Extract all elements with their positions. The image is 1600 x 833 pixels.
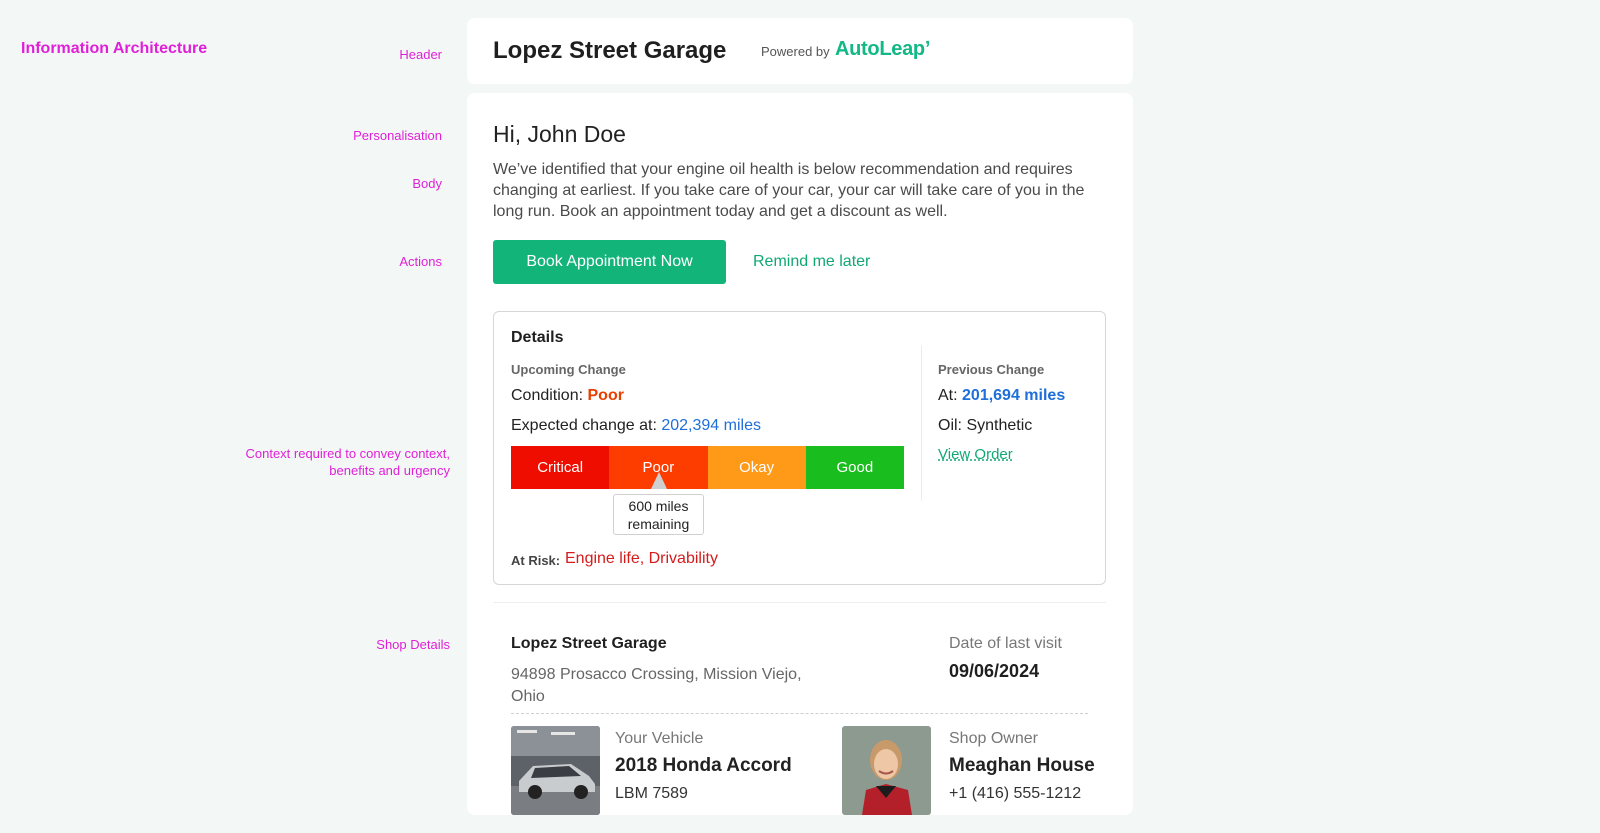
annotation-shop-details: Shop Details [376,637,450,652]
email-body-card: Hi, John Doe We’ve identified that your … [467,93,1133,815]
vehicle-photo [511,726,600,815]
powered-by-label: Powered by [761,44,830,59]
at-risk-label: At Risk: [511,553,561,568]
vehicle-label: Your Vehicle [615,730,704,747]
at-risk-value: Engine life, Drivability [565,550,718,567]
annotation-actions: Actions [399,254,442,269]
book-appointment-button[interactable]: Book Appointment Now [493,240,726,284]
remind-later-link[interactable]: Remind me later [753,253,870,271]
dashed-divider [511,713,1088,714]
annotation-context: Context required to convey context, bene… [245,445,450,479]
body-message: We’ve identified that your engine oil he… [493,161,1085,220]
oil-health-gauge: Critical Poor Okay Good [511,446,904,489]
oil-type: Oil: Synthetic [938,417,1033,434]
annotation-body: Body [412,176,442,191]
expected-change-line: Expected change at: 202,394 miles [511,417,761,435]
owner-avatar [842,726,931,815]
condition-label: Condition: [511,387,584,404]
previous-at-label: At: [938,387,958,404]
expected-change-label: Expected change at: [511,417,657,434]
annotation-personalisation: Personalisation [353,128,442,143]
annotation-context-line1: Context required to convey context, [245,446,450,461]
expected-change-value: 202,394 miles [661,417,761,434]
vehicle-plate: LBM 7589 [615,785,688,802]
tooltip-line2: remaining [627,516,690,532]
miles-remaining-tooltip: 600 miles remaining [613,494,704,535]
shop-details-name: Lopez Street Garage [511,635,667,652]
gauge-segment-okay: Okay [707,446,806,489]
autoleap-logo: AutoLeapʼ [835,38,931,60]
condition-value: Poor [587,387,624,404]
annotation-title: Information Architecture [21,40,208,57]
vehicle-name: 2018 Honda Accord [615,755,792,776]
last-visit-date: 09/06/2024 [949,661,1040,681]
previous-at-line: At: 201,694 miles [938,387,1065,405]
section-separator [493,602,1106,603]
greeting: Hi, John Doe [493,121,626,147]
gauge-pointer-icon [651,472,667,489]
gauge-segment-good: Good [805,446,904,489]
upcoming-change-heading: Upcoming Change [511,362,626,377]
owner-label: Shop Owner [949,730,1038,747]
shop-address: 94898 Prosacco Crossing, Mission Viejo, … [511,666,802,705]
last-visit-label: Date of last visit [949,635,1062,652]
view-order-link[interactable]: View Order [938,446,1013,463]
condition-line: Condition: Poor [511,387,624,405]
annotation-header: Header [399,47,442,62]
tooltip-line1: 600 miles [628,498,689,514]
gauge-segment-critical: Critical [511,446,610,489]
details-divider [921,346,922,501]
details-title: Details [511,329,564,346]
previous-at-value: 201,694 miles [962,387,1066,404]
shop-title: Lopez Street Garage [493,37,727,64]
previous-change-heading: Previous Change [938,362,1045,377]
details-panel: Details Upcoming Change Condition: Poor … [493,311,1106,585]
annotation-context-line2: benefits and urgency [329,463,450,478]
owner-phone[interactable]: +1 (416) 555-1212 [949,785,1081,803]
owner-name: Meaghan House [949,755,1095,776]
header-card: Lopez Street Garage Powered by AutoLeapʼ [467,18,1133,84]
